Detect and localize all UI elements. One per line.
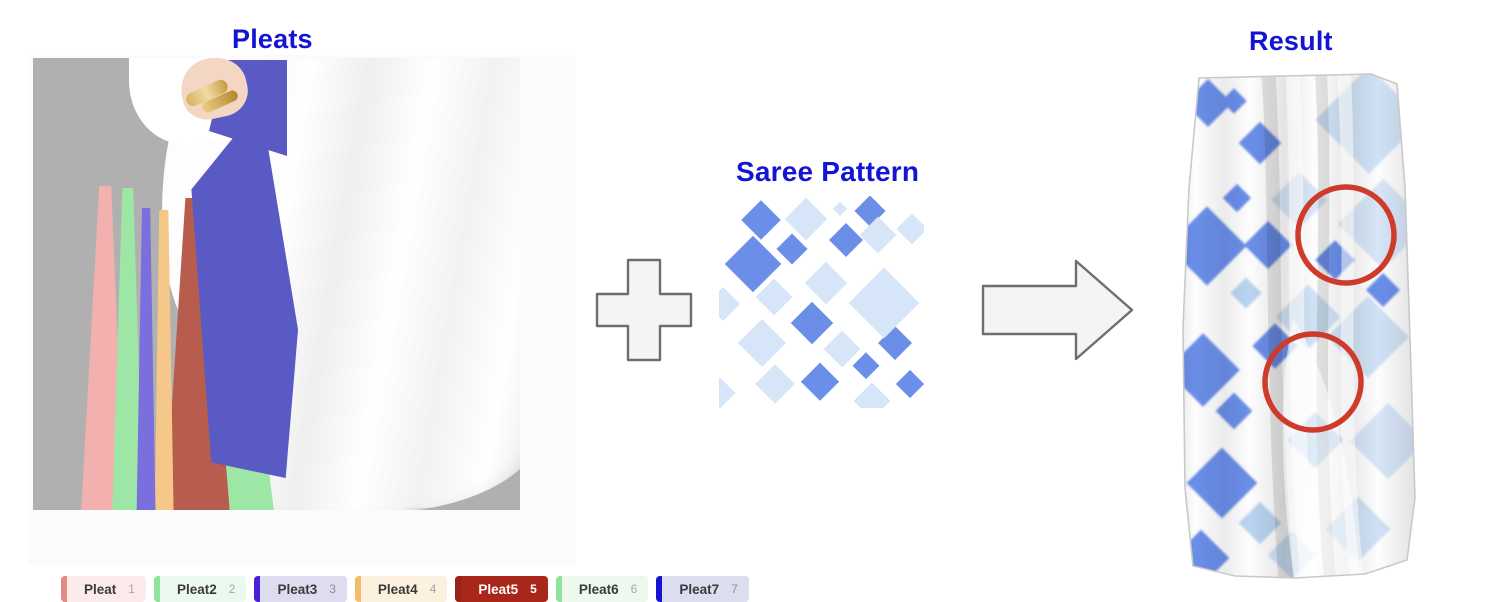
- legend-color-swatch: [354, 576, 361, 602]
- legend-chip-3[interactable]: Pleat3 3: [254, 576, 347, 602]
- legend-chip-4[interactable]: Pleat4 4: [354, 576, 448, 602]
- figure-stage: Pleats Saree Pattern Result Pleat 1 Pleat2…: [0, 0, 1500, 602]
- legend-chip-2[interactable]: Pleat2 2: [153, 576, 247, 602]
- legend-color-swatch: [555, 576, 562, 602]
- legend-color-swatch: [61, 576, 67, 602]
- plus-icon: [594, 258, 694, 362]
- legend-chip-6[interactable]: Pleat6 6: [555, 576, 649, 602]
- legend-color-swatch: [254, 576, 261, 602]
- legend-color-swatch: [455, 576, 462, 602]
- legend-chip-5[interactable]: Pleat5 5: [455, 576, 548, 602]
- legend-chip-index: 1: [128, 582, 135, 596]
- legend-chip-label: Pleat6: [578, 581, 619, 597]
- legend-chip-index: 5: [530, 582, 537, 596]
- legend-chip-label: Pleat3: [277, 581, 318, 597]
- legend-chip-index: 2: [228, 582, 236, 596]
- page-title-pleats: Pleats: [232, 24, 313, 54]
- pleats-canvas[interactable]: [33, 58, 520, 510]
- legend-chip-label: Pleat: [84, 581, 117, 597]
- legend-chip-7[interactable]: Pleat7 7: [656, 576, 749, 602]
- arrow-right-icon: [980, 258, 1135, 362]
- legend-chip-1[interactable]: Pleat 1: [61, 576, 146, 602]
- legend-chip-index: 3: [329, 582, 336, 596]
- legend-color-swatch: [153, 576, 160, 602]
- legend-chip-label: Pleat5: [478, 581, 519, 597]
- pleats-panel: Pleat 1 Pleat2 2 Pleat3 3 Pleat4 4 Pleat5 5 Pleat6…: [28, 55, 749, 602]
- legend-chip-index: 7: [731, 582, 738, 596]
- result-render[interactable]: [1175, 68, 1423, 588]
- page-title-pattern: Saree Pattern: [736, 156, 920, 187]
- legend-chip-label: Pleat7: [679, 581, 720, 597]
- legend-chip-label: Pleat4: [377, 581, 418, 597]
- saree-pattern-swatch[interactable]: [719, 196, 924, 408]
- page-title-result: Result: [1249, 26, 1333, 56]
- legend-chip-label: Pleat2: [176, 581, 217, 597]
- legend-chip-index: 4: [429, 582, 437, 596]
- legend-color-swatch: [656, 576, 663, 602]
- pleat-legend: Pleat 1 Pleat2 2 Pleat3 3 Pleat4 4 Pleat5 5 Pleat6…: [61, 576, 749, 602]
- legend-chip-index: 6: [630, 582, 638, 596]
